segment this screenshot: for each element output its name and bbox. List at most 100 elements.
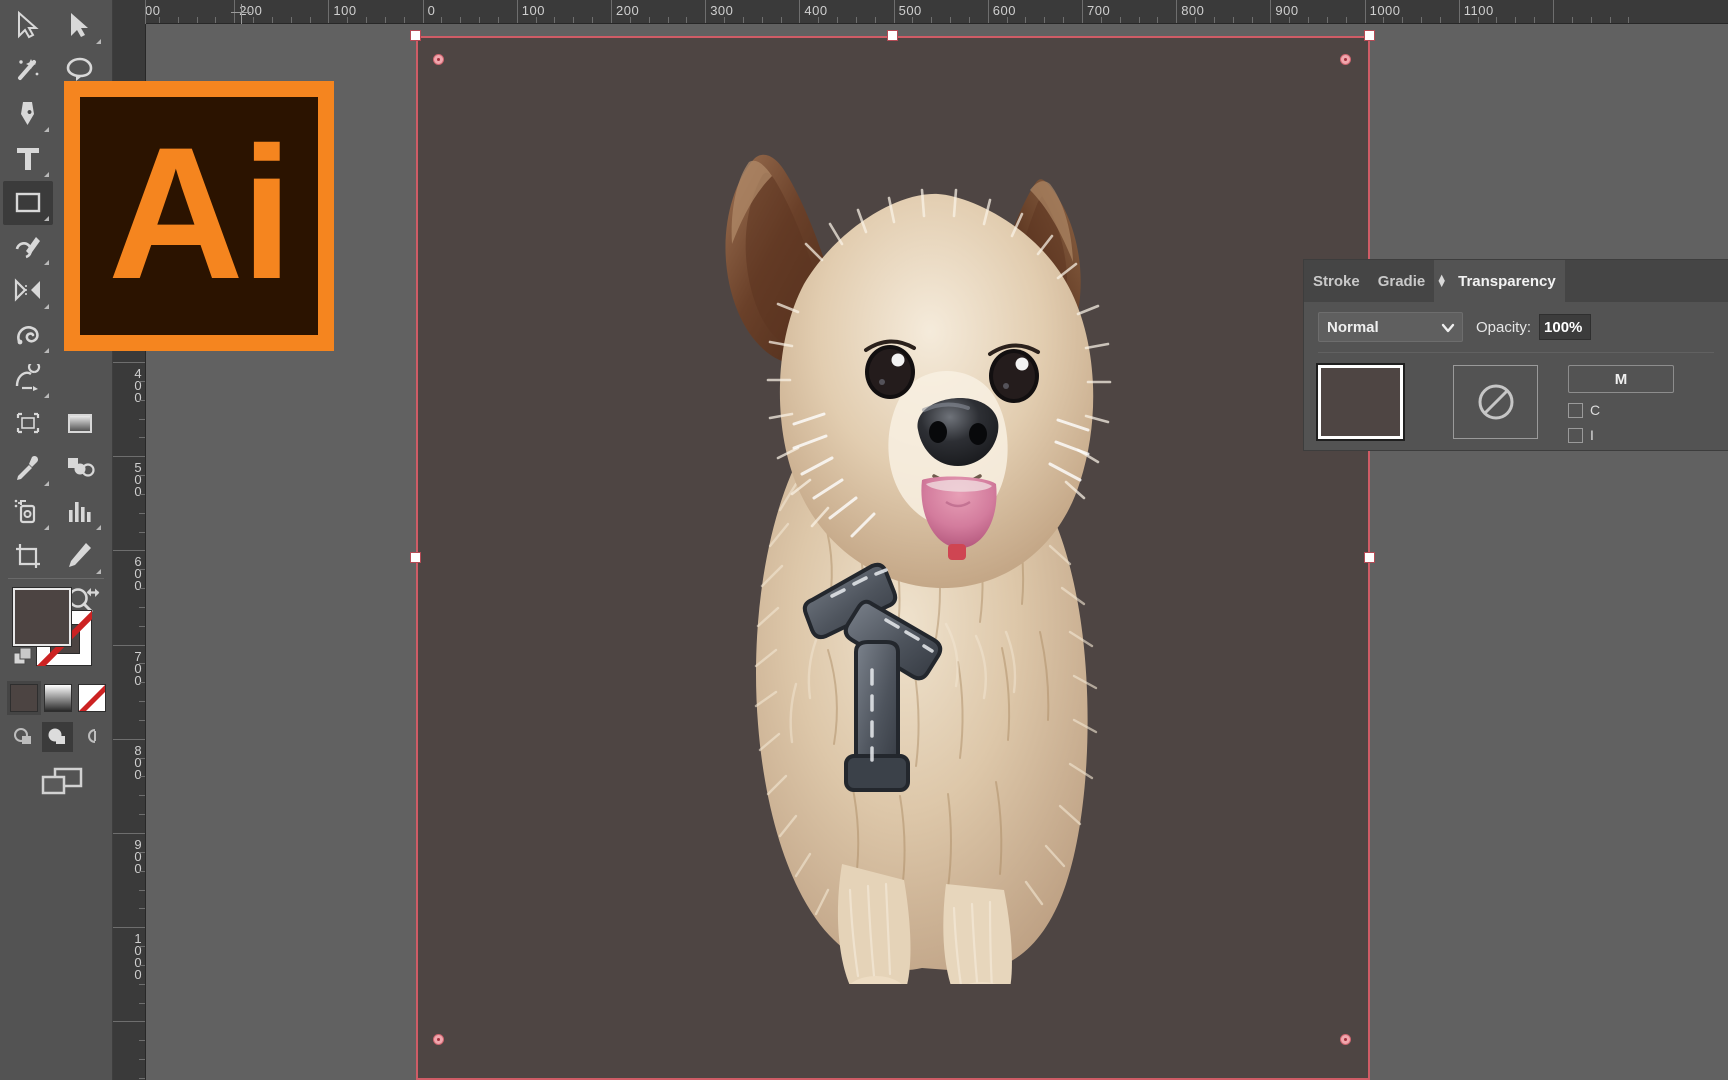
ruler-tick-major: [1553, 0, 1554, 23]
tab-stroke[interactable]: Stroke: [1304, 260, 1369, 302]
ruler-tick-minor: [535, 17, 537, 23]
draw-inside-button[interactable]: [76, 722, 107, 752]
ruler-tick-minor: [290, 17, 292, 23]
clip-checkbox-row: C: [1568, 402, 1674, 418]
document-canvas[interactable]: [146, 24, 1728, 1080]
ruler-label: 700: [134, 648, 142, 688]
artboard-tool[interactable]: [3, 534, 53, 578]
ruler-tick-major: [1082, 0, 1083, 23]
tool-flyout-indicator[interactable]: [44, 392, 49, 398]
ruler-origin-crosshair[interactable]: [113, 0, 251, 24]
fill-stroke-controls[interactable]: [6, 586, 106, 678]
type-tool[interactable]: [3, 137, 53, 181]
change-screen-mode-button[interactable]: [38, 762, 86, 800]
dog-vector-artwork[interactable]: [646, 84, 1146, 984]
color-fill-button[interactable]: [7, 681, 41, 715]
shape-builder-icon: [14, 278, 40, 302]
make-mask-button[interactable]: M: [1568, 365, 1674, 393]
width-tool[interactable]: [3, 358, 53, 402]
ruler-tick-minor: [1157, 17, 1159, 23]
illustrator-logo-inner: Ai: [80, 97, 318, 335]
ruler-tick-major: [1364, 0, 1366, 23]
tool-flyout-indicator[interactable]: [44, 304, 49, 310]
illustrator-logo: Ai: [64, 81, 334, 351]
rotate-tool[interactable]: [3, 313, 53, 357]
magic-wand-tool[interactable]: [3, 48, 53, 92]
clip-checkbox[interactable]: [1568, 402, 1583, 418]
selection-handle-middle-right[interactable]: [1364, 552, 1375, 563]
draw-behind-button[interactable]: [42, 722, 73, 752]
ruler-crosshair-vertical: [241, 4, 242, 24]
anchor-point-bottom-left[interactable]: [433, 1034, 444, 1045]
tab-gradient[interactable]: Gradie: [1369, 260, 1435, 302]
ruler-tick-minor: [384, 17, 386, 23]
paintbrush-icon: [15, 237, 40, 259]
tool-flyout-indicator[interactable]: [44, 127, 49, 133]
selection-tool[interactable]: [55, 4, 105, 48]
anchor-point-top-left[interactable]: [433, 54, 444, 65]
tab-resize-grip-icon[interactable]: ▲ ▼: [1434, 260, 1450, 302]
fill-type-buttons[interactable]: [7, 681, 108, 715]
direct-selection-tool[interactable]: [3, 4, 53, 48]
panel-tab-bar[interactable]: Stroke Gradie ▲ ▼ Transparency: [1304, 260, 1728, 302]
anchor-point-top-right[interactable]: [1340, 54, 1351, 65]
ruler-tick-minor: [855, 17, 857, 23]
none-fill-button[interactable]: [78, 684, 106, 712]
ruler-tick-major: [893, 0, 895, 23]
draw-normal-button[interactable]: [8, 722, 39, 752]
opacity-value: 100%: [1544, 318, 1583, 336]
ruler-tick-minor: [780, 17, 782, 23]
slice-tool[interactable]: [55, 534, 105, 578]
ruler-tick-minor: [1383, 17, 1385, 23]
tool-flyout-indicator[interactable]: [44, 260, 49, 265]
paintbrush-tool[interactable]: [3, 225, 53, 269]
gradient-fill-button[interactable]: [44, 684, 72, 712]
drawing-mode-buttons[interactable]: [8, 722, 108, 754]
tool-flyout-indicator[interactable]: [44, 215, 49, 221]
rectangle-tool[interactable]: [3, 180, 53, 225]
horizontal-ruler[interactable]: 00 200 100 0 100 200 300 400 500 600 700 800 900 1000…: [113, 0, 1728, 24]
selection-handle-middle-left[interactable]: [410, 552, 421, 563]
tool-flyout-indicator[interactable]: [44, 348, 49, 354]
tool-flyout-indicator[interactable]: [96, 525, 101, 531]
blend-tool[interactable]: [55, 446, 105, 490]
tool-flyout-indicator[interactable]: [44, 171, 49, 177]
transparency-panel[interactable]: Stroke Gradie ▲ ▼ Transparency Normal Opa…: [1304, 260, 1728, 450]
default-fill-stroke-icon[interactable]: [14, 648, 34, 668]
ruler-tick-major: [113, 362, 145, 363]
ruler-tick-minor: [1515, 17, 1517, 23]
tool-flyout-indicator[interactable]: [44, 525, 49, 531]
tool-flyout-indicator[interactable]: [96, 569, 101, 575]
ruler-tick-major: [705, 0, 707, 23]
transparency-panel-body: Normal Opacity: 100% M C I: [1304, 302, 1728, 443]
ruler-tick-minor: [139, 757, 145, 759]
ruler-tick-minor: [158, 17, 160, 23]
shape-builder-tool[interactable]: [3, 269, 53, 313]
ruler-tick-major: [799, 0, 801, 23]
tool-flyout-indicator[interactable]: [96, 39, 101, 44]
selection-handle-top-right[interactable]: [1364, 30, 1375, 41]
ruler-tick-minor: [1477, 17, 1479, 23]
object-thumbnail[interactable]: [1316, 363, 1405, 441]
eyedropper-tool[interactable]: [3, 446, 53, 490]
ruler-label: 600: [992, 3, 1016, 18]
fill-color-swatch[interactable]: [12, 587, 72, 647]
opacity-label: Opacity:: [1476, 318, 1532, 336]
pen-tool[interactable]: [3, 92, 53, 136]
tab-transparency[interactable]: Transparency: [1449, 260, 1565, 302]
swap-fill-stroke-icon[interactable]: [84, 586, 104, 606]
column-graph-tool[interactable]: [55, 490, 105, 534]
selection-handle-top-center[interactable]: [887, 30, 898, 41]
mask-thumbnail[interactable]: [1453, 365, 1538, 439]
selection-handle-top-left[interactable]: [410, 30, 421, 41]
opacity-input[interactable]: 100%: [1539, 314, 1592, 340]
blend-mode-select[interactable]: Normal: [1318, 312, 1463, 342]
free-transform-tool[interactable]: [3, 402, 53, 446]
invert-checkbox[interactable]: [1568, 427, 1583, 443]
symbol-sprayer-tool[interactable]: [3, 490, 53, 534]
gradient-tool[interactable]: [55, 402, 105, 446]
tool-flyout-indicator[interactable]: [44, 481, 49, 486]
symbol-sprayer-icon: [14, 499, 36, 524]
anchor-point-bottom-right[interactable]: [1340, 1034, 1351, 1045]
ruler-tick-major: [328, 0, 330, 23]
